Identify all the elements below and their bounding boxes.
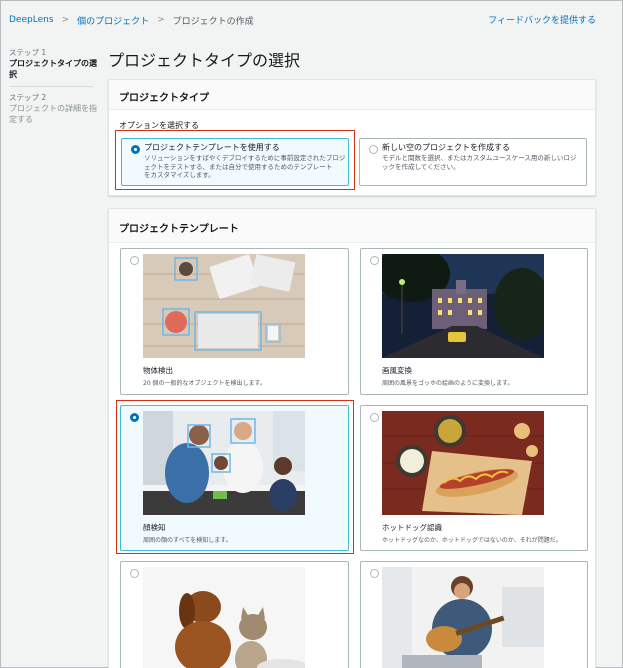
breadcrumb-separator: >: [61, 15, 70, 25]
template-desc: 周囲の風景をゴッホの絵画のように変換します。: [382, 380, 514, 387]
template-card-style-transfer[interactable]: 画風変換 周囲の風景をゴッホの絵画のように変換します。: [360, 248, 588, 395]
desc-line: をカスタマイズします。: [144, 171, 215, 179]
template-name: 画風変換: [382, 366, 412, 375]
create-blank-desc: モデルと関数を選択、またはカスタムユースケース用の新しいロジ ックを作成してくだ…: [382, 154, 576, 171]
use-template-desc: ソリューションをすばやくデプロイするために事前設定されたプロジ ェクトをテストす…: [144, 154, 345, 180]
step-divider: [9, 86, 93, 87]
create-blank-radio[interactable]: [369, 145, 378, 154]
use-template-radio[interactable]: [131, 145, 140, 154]
desc-line: ックを作成してください。: [382, 162, 460, 171]
page-title: プロジェクトタイプの選択: [108, 51, 301, 70]
options-label: オプションを選択する: [119, 121, 199, 130]
step-1-title[interactable]: プロジェクトタイプの選 択: [9, 58, 99, 80]
template-name: ホットドッグ認識: [382, 523, 442, 532]
project-templates-header: プロジェクトテンプレート: [109, 209, 595, 243]
feedback-link[interactable]: フィードバックを提供する: [488, 13, 596, 26]
template-radio[interactable]: [370, 413, 379, 422]
project-type-header: プロジェクトタイプ: [109, 80, 595, 110]
desc-line: モデルと関数を選択、またはカスタムユースケース用の新しいロジ: [382, 154, 577, 162]
template-card-guitar[interactable]: [360, 561, 588, 668]
template-card-object-detection[interactable]: 物体検出 20 個の一般的なオブジェクトを検出します。: [120, 248, 349, 395]
step-2-title: プロジェクトの詳細を指 定する: [9, 103, 99, 125]
step-1-title-line: 択: [9, 70, 17, 79]
step-1-title-line: プロジェクトタイプの選: [9, 59, 97, 68]
template-radio[interactable]: [130, 569, 139, 578]
use-template-option[interactable]: プロジェクトテンプレートを使用する ソリューションをすばやくデプロイするために事…: [121, 138, 349, 186]
object-detection-image: [143, 254, 305, 358]
template-radio[interactable]: [130, 413, 139, 422]
style-transfer-image: [382, 254, 544, 358]
template-radio[interactable]: [370, 256, 379, 265]
project-type-panel: プロジェクトタイプ オプションを選択する プロジェクトテンプレートを使用する ソ…: [108, 79, 596, 196]
template-radio[interactable]: [370, 569, 379, 578]
step-1-label: ステップ 1: [9, 48, 47, 57]
desc-line: ソリューションをすばやくデプロイするために事前設定されたプロジ: [144, 154, 346, 162]
template-desc: 周囲の顔のすべてを検知します。: [143, 537, 232, 544]
create-blank-option[interactable]: 新しい空のプロジェクトを作成する モデルと関数を選択、またはカスタムユースケース…: [359, 138, 587, 186]
cats-dogs-image: [143, 567, 305, 668]
create-blank-title: 新しい空のプロジェクトを作成する: [382, 143, 510, 152]
breadcrumb-separator: >: [157, 15, 165, 25]
desc-line: ェクトをテストする、または自分で使用するためのテンプレート: [144, 162, 333, 171]
step-2-label: ステップ 2: [9, 93, 47, 102]
template-card-face-detection[interactable]: 顔検知 周囲の顔のすべてを検知します。: [120, 405, 349, 551]
breadcrumb-deeplens[interactable]: DeepLens: [9, 15, 54, 25]
template-desc: 20 個の一般的なオブジェクトを検出します。: [143, 380, 266, 387]
step-2-title-line: 定する: [9, 115, 33, 124]
use-template-title: プロジェクトテンプレートを使用する: [144, 143, 280, 152]
template-desc: ホットドッグなのか、ホットドッグではないのか、それが問題だ。: [382, 537, 562, 544]
hotdog-image: [382, 411, 544, 515]
template-card-hotdog[interactable]: ホットドッグ認識 ホットドッグなのか、ホットドッグではないのか、それが問題だ。: [360, 405, 588, 551]
breadcrumb-projects[interactable]: 個のプロジェクト: [77, 14, 149, 27]
guitar-image: [382, 567, 544, 668]
project-templates-panel: プロジェクトテンプレート 物体検出 20 個の一般的なオブジェクトを検出します。…: [108, 208, 596, 668]
template-name: 顔検知: [143, 523, 166, 532]
template-card-cats-dogs[interactable]: [120, 561, 349, 668]
wizard-steps: ステップ 1 プロジェクトタイプの選 択 ステップ 2 プロジェクトの詳細を指 …: [9, 47, 99, 125]
template-radio[interactable]: [130, 256, 139, 265]
face-detection-image: [143, 411, 305, 515]
template-name: 物体検出: [143, 366, 173, 375]
breadcrumb-current: プロジェクトの作成: [172, 16, 254, 27]
step-2-title-line: プロジェクトの詳細を指: [9, 104, 97, 113]
